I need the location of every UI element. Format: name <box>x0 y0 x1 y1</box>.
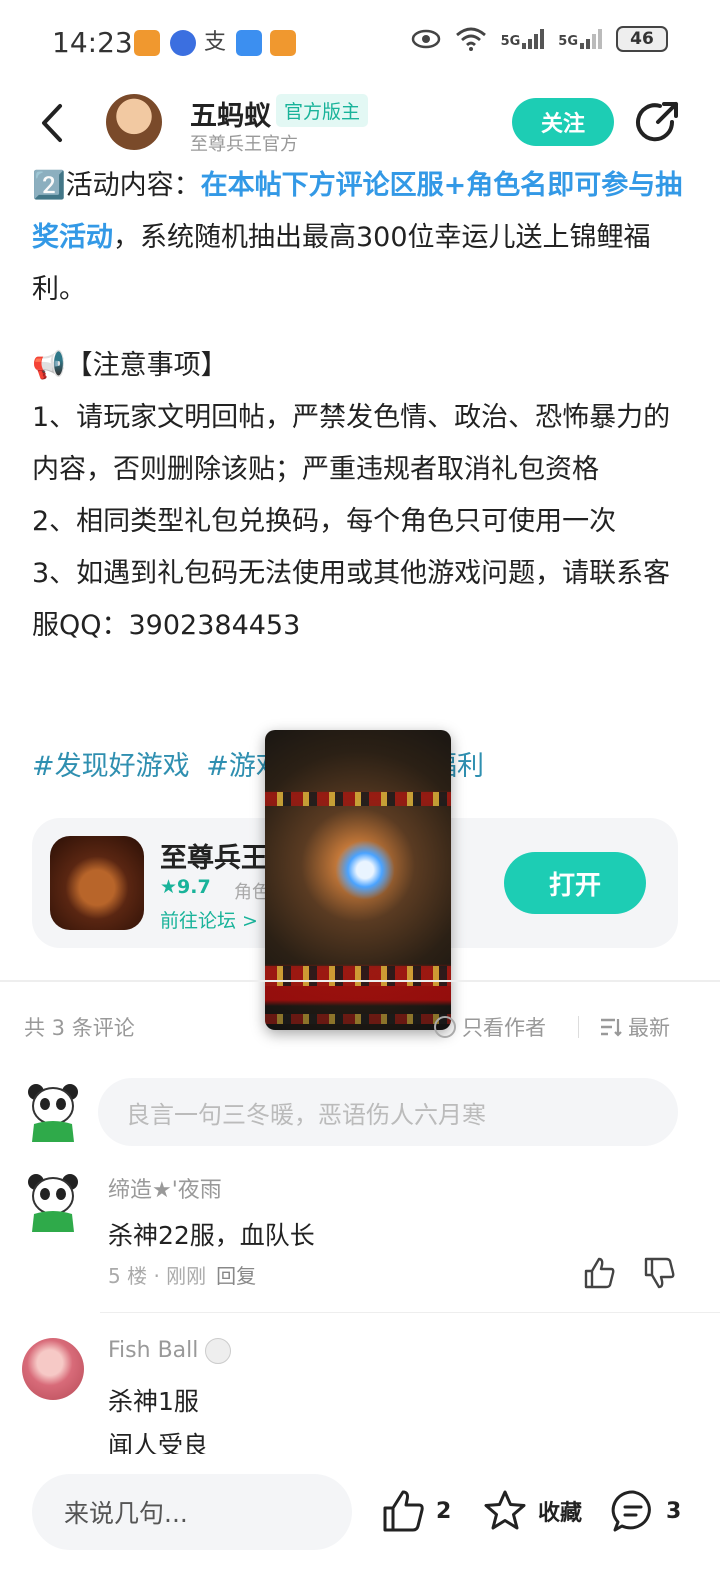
follow-button[interactable]: 关注 <box>512 98 614 146</box>
thumbs-up-icon[interactable] <box>380 1488 426 1534</box>
eye-icon <box>411 29 440 49</box>
radio-icon[interactable] <box>434 1016 456 1038</box>
video-hud-stripe <box>265 966 451 986</box>
like-button[interactable]: 2 <box>380 1488 451 1534</box>
post-content: 2️⃣活动内容：在本帖下方评论区服+角色名即可参与抽奖活动，系统随机抽出最高30… <box>32 160 692 652</box>
activity-detail: ，系统随机抽出最高300位幸运儿送上锦鲤福利。 <box>32 222 651 305</box>
author-only-label[interactable]: 只看作者 <box>462 1012 546 1042</box>
commenter-avatar[interactable] <box>22 1338 84 1400</box>
activity-paragraph: 2️⃣活动内容：在本帖下方评论区服+角色名即可参与抽奖活动，系统随机抽出最高30… <box>32 160 692 316</box>
battery-icon: 46 <box>616 26 668 52</box>
app-notification-icon <box>134 30 160 56</box>
video-hud-stripe <box>265 792 451 806</box>
star-icon[interactable] <box>482 1488 528 1534</box>
section-divider <box>0 980 720 982</box>
back-icon[interactable] <box>34 100 74 146</box>
game-rating: ★9.7 <box>160 876 211 898</box>
notice-title: 📢【注意事项】 <box>32 350 228 381</box>
game-name[interactable]: 至尊兵王 <box>160 836 268 875</box>
forum-link[interactable]: 前往论坛 > <box>160 906 258 933</box>
like-count: 2 <box>436 1498 452 1524</box>
comment-button[interactable]: 3 <box>610 1488 681 1534</box>
filter-divider <box>578 1016 579 1038</box>
floating-video-window[interactable] <box>265 730 451 1030</box>
author-only-filter[interactable]: 只看作者 <box>434 1012 546 1042</box>
commenter-avatar[interactable] <box>26 1172 80 1232</box>
comment-meta: 5 楼 · 刚刚 回复 <box>108 1260 256 1289</box>
post-header: 五蚂蚁 官方版主 至尊兵王官方 关注 <box>0 86 720 162</box>
commenter-name-text[interactable]: Fish Ball <box>108 1338 198 1363</box>
comment-input[interactable]: 良言一句三冬暖，恶语伤人六月寒 <box>98 1078 678 1146</box>
bottom-comment-input[interactable]: 来说几句... <box>32 1474 352 1550</box>
status-time: 14:23 <box>52 26 133 59</box>
current-user-avatar <box>28 1084 78 1142</box>
comments-count: 共 3 条评论 <box>24 1016 135 1040</box>
app-notification-icon <box>170 30 196 56</box>
notice-rule-2: 2、相同类型礼包兑换码，每个角色只可使用一次 <box>32 506 617 537</box>
user-badge-icon <box>205 1338 232 1364</box>
signal-icon: 5G <box>558 29 602 49</box>
notice-rule-1: 1、请玩家文明回帖，严禁发色情、政治、恐怖暴力的内容，否则删除该贴；严重违规者取… <box>32 402 671 485</box>
like-icon[interactable] <box>582 1256 616 1290</box>
commenter-name[interactable]: 缔造★'夜雨 <box>108 1172 222 1204</box>
video-effect <box>335 840 395 900</box>
app-notification-icon: 支 <box>204 30 230 56</box>
sort-label[interactable]: 最新 <box>628 1012 670 1042</box>
official-moderator-badge: 官方版主 <box>276 94 369 127</box>
network-type: 5G <box>558 34 578 49</box>
favorite-button[interactable]: 收藏 <box>482 1488 582 1534</box>
author-avatar[interactable] <box>106 94 162 150</box>
commenter-name[interactable]: Fish Ball <box>108 1338 232 1364</box>
app-notification-icon <box>270 30 296 56</box>
share-icon[interactable] <box>634 100 680 146</box>
comment-count: 3 <box>666 1498 682 1524</box>
reply-button[interactable]: 回复 <box>216 1264 256 1288</box>
app-notification-icon <box>236 30 262 56</box>
comment-divider <box>100 1312 720 1313</box>
sort-latest[interactable]: 最新 <box>600 1012 670 1042</box>
author-name[interactable]: 五蚂蚁 <box>190 94 271 133</box>
comment-bubble-icon[interactable] <box>610 1488 656 1534</box>
dislike-icon[interactable] <box>642 1256 676 1290</box>
sort-icon[interactable] <box>600 1017 622 1037</box>
open-game-button[interactable]: 打开 <box>504 852 646 914</box>
game-icon[interactable] <box>50 836 144 930</box>
status-right-cluster: 5G 5G 46 <box>411 26 668 52</box>
author-subtitle: 至尊兵王官方 <box>190 134 298 155</box>
bottom-action-bar: 来说几句... 2 收藏 3 <box>0 1454 720 1592</box>
notice-rule-3: 3、如遇到礼包码无法使用或其他游戏问题，请联系客服QQ：3902384453 <box>32 558 671 641</box>
topic-tag[interactable]: #发现好游戏 <box>32 751 190 782</box>
activity-label: 2️⃣活动内容： <box>32 170 201 201</box>
comment-text: 杀神1服 <box>108 1387 199 1416</box>
comment-text: 杀神22服，血队长 <box>108 1221 315 1250</box>
video-hud-stripe <box>265 1014 451 1024</box>
signal-icon: 5G <box>501 29 545 49</box>
status-bar: 14:23 支 5G 5G 46 <box>0 0 720 86</box>
network-type: 5G <box>500 34 521 49</box>
wifi-icon <box>455 27 486 51</box>
favorite-label: 收藏 <box>538 1501 583 1526</box>
comment-floor-time: 5 楼 · 刚刚 <box>108 1264 207 1288</box>
